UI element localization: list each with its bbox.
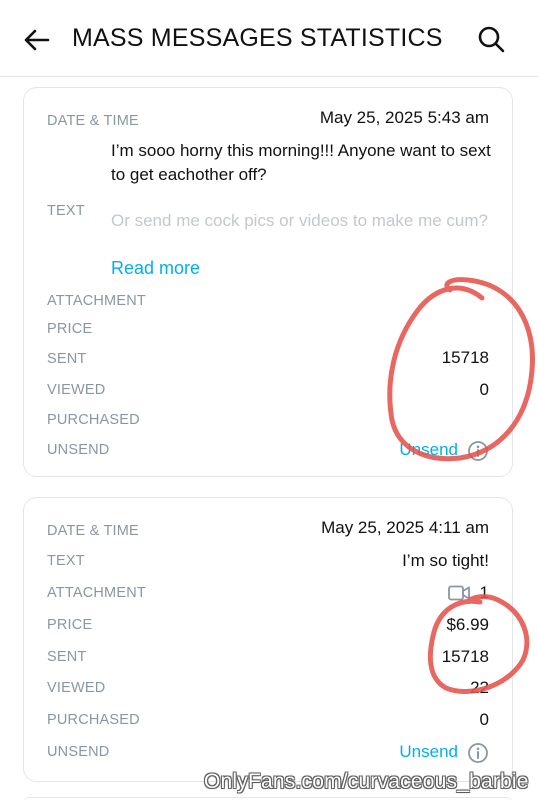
message-text: I’m so tight! — [402, 551, 489, 570]
next-card-edge — [23, 797, 513, 804]
text-label: TEXT — [47, 203, 85, 219]
attachment-count: 1 — [479, 583, 489, 602]
date-time-value: May 25, 2025 4:11 am — [321, 518, 489, 537]
arrow-left-icon[interactable] — [22, 25, 52, 55]
price-value: $6.99 — [446, 615, 489, 634]
attachment-label: ATTACHMENT — [47, 293, 146, 309]
sent-label: SENT — [47, 351, 87, 367]
info-icon[interactable] — [467, 440, 489, 462]
date-time-label: DATE & TIME — [47, 113, 139, 129]
purchased-value: 0 — [479, 710, 489, 729]
page-title: MASS MESSAGES STATISTICS — [72, 24, 443, 52]
purchased-label: PURCHASED — [47, 412, 140, 428]
sent-label: SENT — [47, 649, 87, 665]
sent-value: 15718 — [441, 647, 489, 666]
watermark: OnlyFans.com/curvaceous_barbie — [204, 770, 529, 793]
date-time-label: DATE & TIME — [47, 523, 139, 539]
info-icon[interactable] — [467, 742, 489, 764]
sent-value: 15718 — [441, 348, 489, 367]
unsend-button[interactable]: Unsend — [399, 440, 458, 460]
search-icon[interactable] — [476, 24, 506, 54]
viewed-label: VIEWED — [47, 382, 106, 398]
attachment-label: ATTACHMENT — [47, 585, 146, 601]
purchased-label: PURCHASED — [47, 712, 140, 728]
viewed-label: VIEWED — [47, 680, 106, 696]
app-header: MASS MESSAGES STATISTICS — [0, 0, 538, 77]
unsend-label: UNSEND — [47, 744, 110, 760]
unsend-label: UNSEND — [47, 442, 110, 458]
text-label: TEXT — [47, 553, 85, 569]
read-more-link[interactable]: Read more — [111, 258, 200, 279]
message-text-faded: Or send me cock pics or videos to make m… — [111, 211, 488, 237]
message-stat-card: DATE & TIME May 25, 2025 5:43 am I’m soo… — [23, 87, 513, 477]
price-label: PRICE — [47, 321, 93, 337]
unsend-button[interactable]: Unsend — [399, 742, 458, 762]
video-icon — [448, 585, 470, 601]
viewed-value: 0 — [479, 380, 489, 399]
date-time-value: May 25, 2025 5:43 am — [319, 108, 489, 127]
price-label: PRICE — [47, 617, 93, 633]
message-text: I’m sooo horny this morning!!! Anyone wa… — [111, 141, 491, 184]
viewed-value: 22 — [470, 678, 489, 697]
message-stat-card: DATE & TIME May 25, 2025 4:11 am TEXT I’… — [23, 497, 513, 782]
